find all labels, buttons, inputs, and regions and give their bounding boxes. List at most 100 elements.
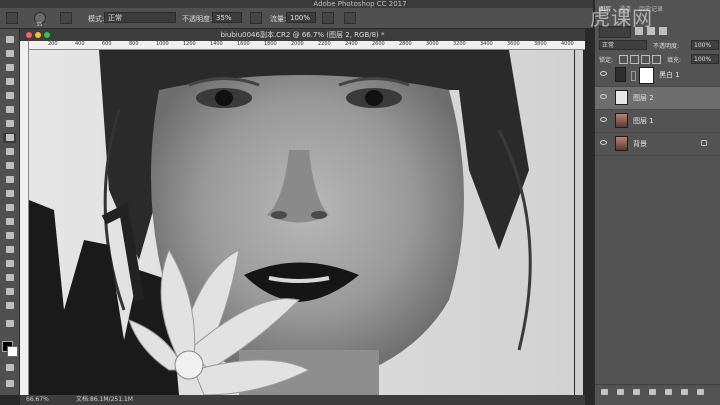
- zoom-level[interactable]: 66.67%: [26, 395, 49, 405]
- fill-field[interactable]: 100%: [691, 54, 719, 64]
- fill-label: 填充:: [667, 57, 682, 64]
- brush-tool-preset-icon[interactable]: [6, 12, 18, 24]
- visibility-eye-icon[interactable]: [600, 71, 607, 76]
- layers-panel: 图层 通道 历史记录 正常 不透明度: 100% 锁定: 填充: 100% 黑白…: [593, 0, 720, 405]
- document-window: biubiu0046副本.CR2 @ 66.7% (图层 2, RGB/8) *…: [20, 29, 585, 395]
- layer-thumbnail: [615, 113, 628, 128]
- brush-size-value: 35: [36, 22, 43, 28]
- type-tool-icon[interactable]: [3, 245, 16, 255]
- flow-field[interactable]: 100%: [286, 12, 316, 23]
- lasso-tool-icon[interactable]: [3, 63, 16, 73]
- ruler-tick-label: 1200: [183, 41, 196, 47]
- ruler-tick-label: 4000: [561, 41, 574, 47]
- background-color-swatch[interactable]: [7, 346, 18, 357]
- new-adjustment-icon[interactable]: [649, 389, 656, 395]
- layer-thumbnail: [615, 90, 628, 105]
- visibility-eye-icon[interactable]: [600, 140, 607, 145]
- visibility-eye-icon[interactable]: [600, 94, 607, 99]
- healing-brush-tool-icon[interactable]: [3, 119, 16, 129]
- ruler-tick-label: 2400: [345, 41, 358, 47]
- ruler-tick-label: 400: [75, 41, 85, 47]
- opacity-field[interactable]: 35%: [212, 12, 242, 23]
- layer-name: 图层 2: [633, 94, 654, 102]
- ruler-tick-label: 1000: [156, 41, 169, 47]
- add-mask-icon[interactable]: [633, 389, 640, 395]
- shape-tool-icon[interactable]: [3, 273, 16, 283]
- layer-mask-thumbnail[interactable]: [639, 67, 654, 84]
- layer-name: 背景: [633, 140, 647, 148]
- layer-thumbnail: [615, 136, 628, 151]
- opacity-label: 不透明度:: [182, 15, 213, 23]
- ruler-tick-label: 2000: [291, 41, 304, 47]
- ruler-tick-label: 800: [129, 41, 139, 47]
- layer-style-icon[interactable]: [617, 389, 624, 395]
- layer-name: 黑白 1: [659, 71, 680, 79]
- document-size: 文档:86.1M/251.1M: [76, 396, 133, 403]
- lock-all-icon[interactable]: [652, 55, 661, 64]
- ruler-tick-label: 1400: [210, 41, 223, 47]
- lock-transparent-icon[interactable]: [619, 55, 628, 64]
- move-tool-icon[interactable]: [3, 35, 16, 45]
- ruler-tick-label: 600: [102, 41, 112, 47]
- path-select-tool-icon[interactable]: [3, 259, 16, 269]
- pressure-opacity-icon[interactable]: [250, 12, 262, 24]
- filter-type-icon[interactable]: [659, 27, 667, 35]
- brush-panel-toggle-icon[interactable]: [60, 12, 72, 24]
- delete-layer-icon[interactable]: [697, 389, 704, 395]
- layer-row[interactable]: 图层 1: [595, 110, 720, 133]
- zoom-tool-icon[interactable]: [3, 301, 16, 311]
- new-group-icon[interactable]: [665, 389, 672, 395]
- visibility-eye-icon[interactable]: [600, 117, 607, 122]
- pressure-size-icon[interactable]: [344, 12, 356, 24]
- new-layer-icon[interactable]: [681, 389, 688, 395]
- quick-select-tool-icon[interactable]: [3, 77, 16, 87]
- ruler-tick-label: 200: [48, 41, 58, 47]
- mode-label: 模式:: [88, 15, 105, 23]
- vertical-ruler: [20, 41, 29, 395]
- lock-pixels-icon[interactable]: [630, 55, 639, 64]
- horizontal-ruler: 200 400 600 800 1000 1200 1400 1600 1800 2000 2200…: [28, 41, 585, 50]
- canvas-image[interactable]: [29, 50, 574, 395]
- gradient-tool-icon[interactable]: [3, 189, 16, 199]
- link-chain-icon[interactable]: [631, 71, 636, 81]
- quick-mask-icon[interactable]: [3, 363, 16, 373]
- portrait-photo: [29, 50, 574, 395]
- layer-opacity-label: 不透明度:: [653, 43, 680, 50]
- eyedropper-tool-icon[interactable]: [3, 105, 16, 115]
- layer-name: 图层 1: [633, 117, 654, 125]
- layer-row[interactable]: 图层 2: [595, 87, 720, 110]
- eraser-tool-icon[interactable]: [3, 175, 16, 185]
- ruler-tick-label: 2800: [399, 41, 412, 47]
- brush-tool-icon[interactable]: [3, 133, 16, 143]
- dodge-tool-icon[interactable]: [3, 217, 16, 227]
- vertical-scrollbar[interactable]: [575, 50, 583, 395]
- marquee-tool-icon[interactable]: [3, 49, 16, 59]
- ruler-tick-label: 2600: [372, 41, 385, 47]
- pen-tool-icon[interactable]: [3, 231, 16, 241]
- status-bar: 66.67% 文档:86.1M/251.1M: [20, 395, 585, 405]
- more-tools-icon[interactable]: [3, 319, 16, 329]
- crop-tool-icon[interactable]: [3, 91, 16, 101]
- layer-row[interactable]: 背景: [595, 133, 720, 156]
- blur-tool-icon[interactable]: [3, 203, 16, 213]
- airbrush-icon[interactable]: [322, 12, 334, 24]
- hand-tool-icon[interactable]: [3, 287, 16, 297]
- tools-panel: [0, 29, 20, 395]
- layer-opacity-field[interactable]: 100%: [691, 40, 719, 50]
- clone-stamp-tool-icon[interactable]: [3, 147, 16, 157]
- ruler-tick-label: 2200: [318, 41, 331, 47]
- blend-row: 正常 不透明度: 100%: [595, 38, 720, 52]
- mode-select[interactable]: 正常: [104, 12, 176, 23]
- flow-label: 流量:: [270, 15, 287, 23]
- layer-row[interactable]: 黑白 1: [595, 64, 720, 87]
- ruler-tick-label: 3800: [534, 41, 547, 47]
- screen-mode-icon[interactable]: [3, 379, 16, 389]
- history-brush-tool-icon[interactable]: [3, 161, 16, 171]
- blend-mode-select[interactable]: 正常: [599, 40, 647, 50]
- ruler-tick-label: 1600: [237, 41, 250, 47]
- layers-panel-footer: [595, 384, 720, 399]
- lock-position-icon[interactable]: [641, 55, 650, 64]
- ruler-tick-label: 3000: [426, 41, 439, 47]
- ruler-tick-label: 3600: [507, 41, 520, 47]
- link-layers-icon[interactable]: [601, 389, 608, 395]
